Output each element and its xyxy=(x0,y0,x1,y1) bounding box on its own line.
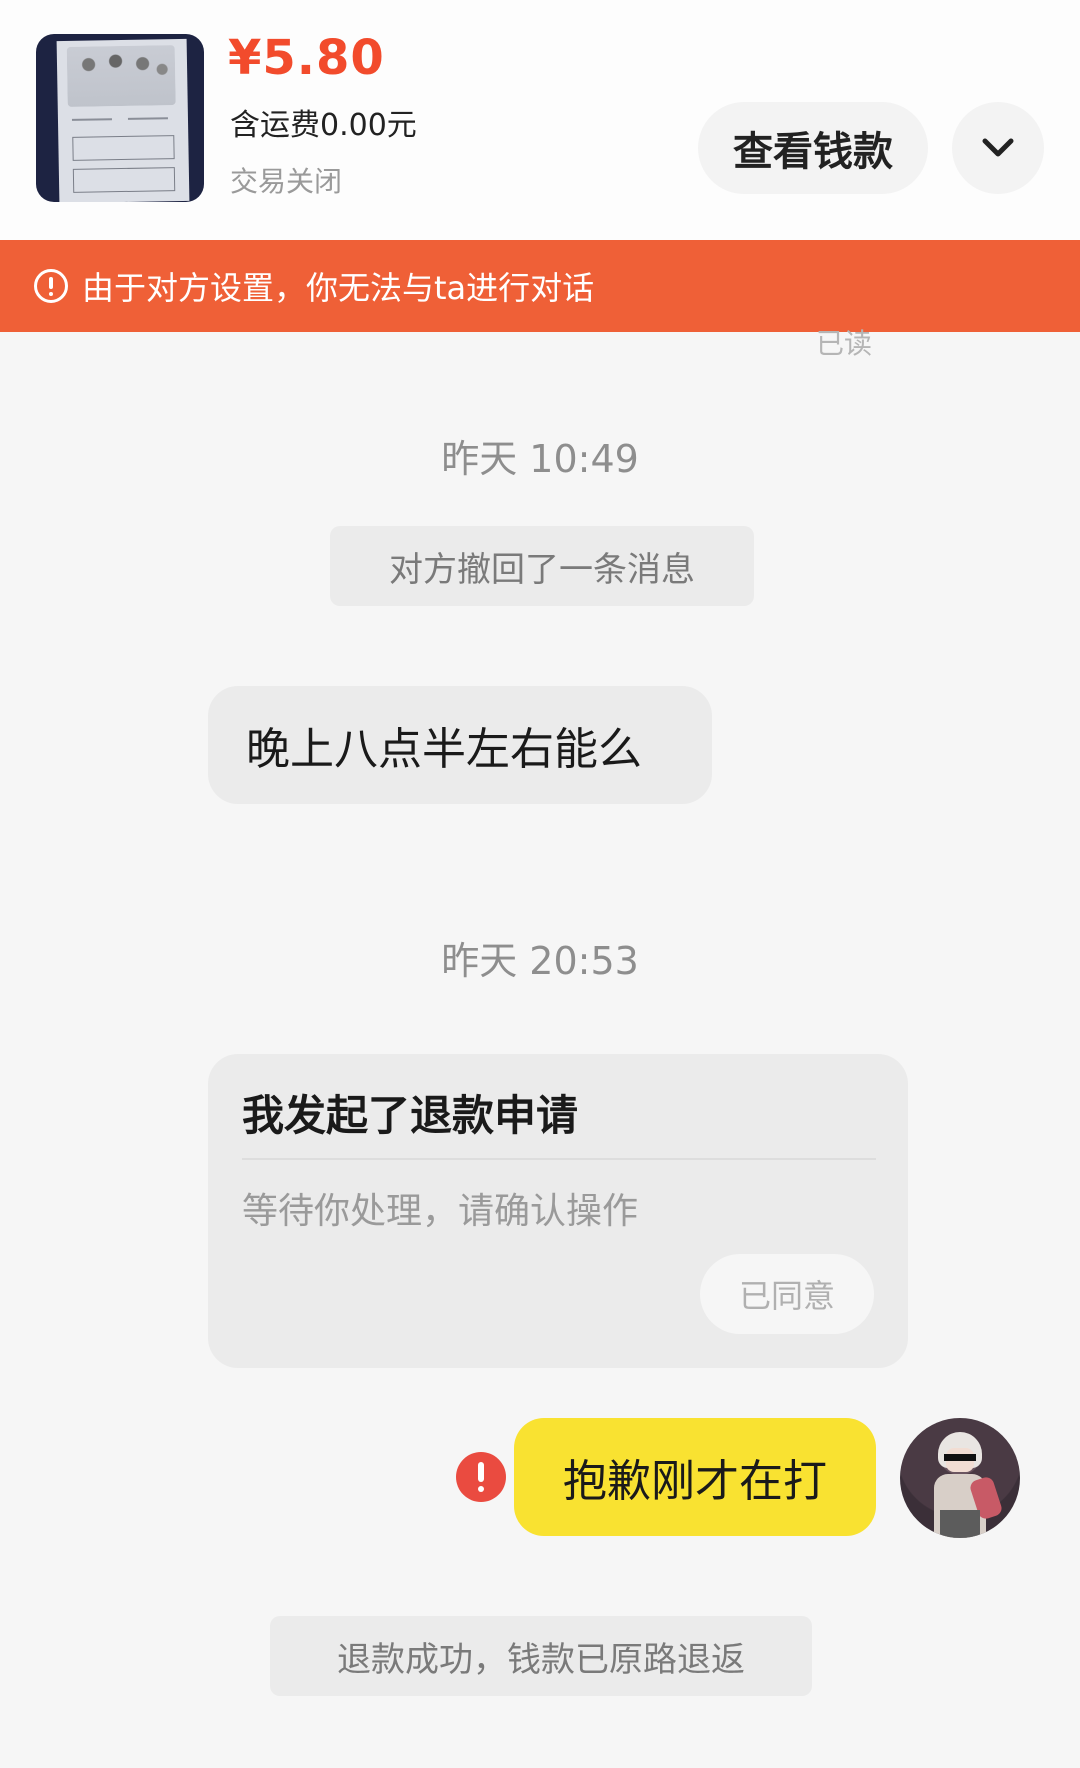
read-receipt: 已读 xyxy=(816,327,873,360)
avatar-pants xyxy=(940,1510,980,1538)
timestamp: 昨天 10:49 xyxy=(441,437,639,481)
agreed-button[interactable]: 已同意 xyxy=(700,1254,874,1334)
outgoing-message-bubble[interactable]: 抱歉刚才在打 xyxy=(514,1418,876,1536)
product-thumbnail[interactable] xyxy=(36,34,204,202)
trade-status: 交易关闭 xyxy=(230,165,343,198)
product-image-line xyxy=(71,118,112,121)
view-money-button[interactable]: 查看钱款 xyxy=(698,102,928,194)
product-image-box xyxy=(72,135,175,161)
refund-request-card[interactable]: 我发起了退款申请 等待你处理，请确认操作 已同意 xyxy=(208,1054,908,1368)
product-image-line xyxy=(127,117,168,120)
expand-button[interactable] xyxy=(952,102,1044,194)
incoming-message-bubble[interactable]: 晚上八点半左右能么 xyxy=(208,686,712,804)
timestamp: 昨天 20:53 xyxy=(441,939,639,983)
chevron-down-icon xyxy=(982,138,1014,157)
order-header: ¥5.80 含运费0.00元 交易关闭 查看钱款 xyxy=(0,0,1080,240)
avatar-glasses xyxy=(944,1454,976,1461)
send-failed-error-icon[interactable] xyxy=(456,1452,506,1502)
user-avatar[interactable] xyxy=(900,1418,1020,1538)
refund-success-notice: 退款成功，钱款已原路退返 xyxy=(270,1616,812,1696)
product-image-sketch xyxy=(66,45,176,107)
refund-card-description: 等待你处理，请确认操作 xyxy=(242,1191,639,1232)
refund-card-title: 我发起了退款申请 xyxy=(242,1091,579,1140)
shipping-fee: 含运费0.00元 xyxy=(230,108,417,143)
product-image-box xyxy=(72,167,176,193)
restriction-banner: 由于对方设置，你无法与ta进行对话 xyxy=(0,240,1080,332)
banner-text: 由于对方设置，你无法与ta进行对话 xyxy=(82,269,595,307)
recall-notice: 对方撤回了一条消息 xyxy=(330,526,754,606)
product-image-paper xyxy=(56,38,190,202)
warning-circle-icon xyxy=(34,269,68,303)
product-price: ¥5.80 xyxy=(228,30,385,86)
divider xyxy=(242,1158,876,1160)
